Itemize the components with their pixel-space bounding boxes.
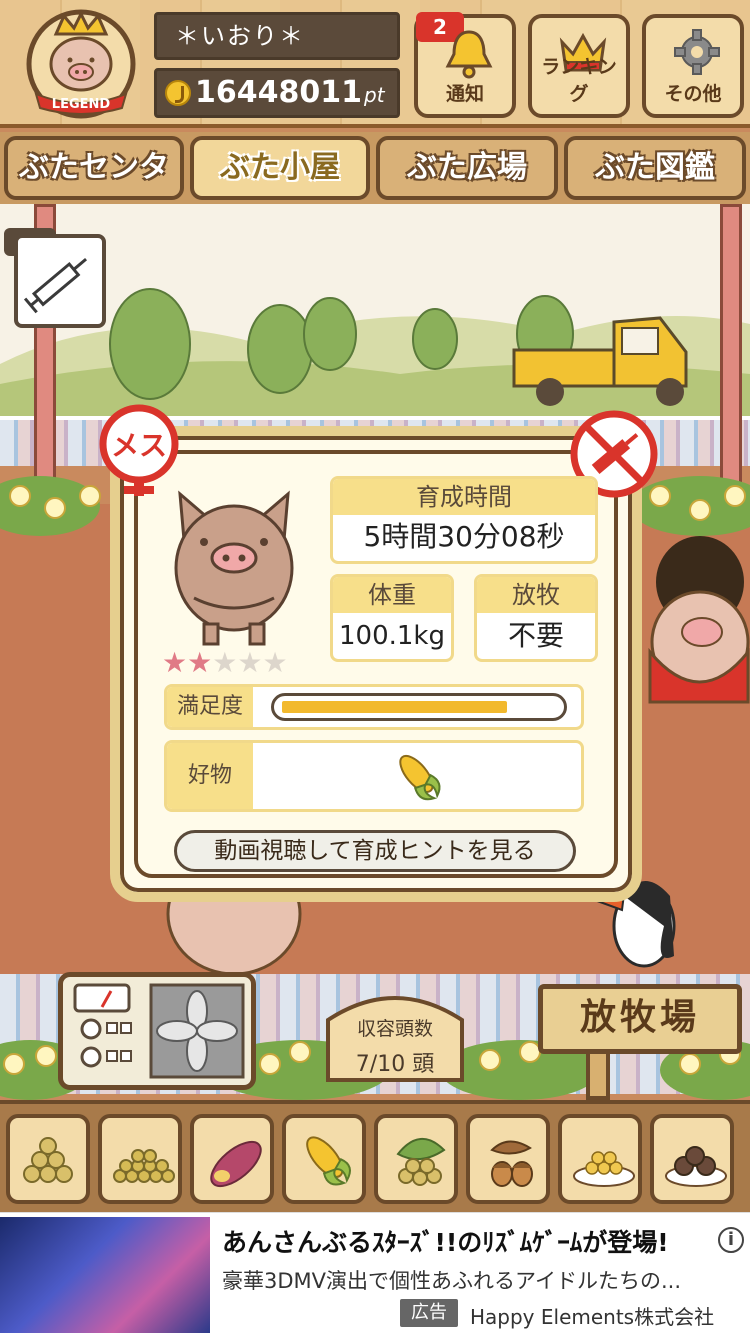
star-icon: ★ [187, 646, 213, 679]
food-slot-acorn[interactable] [466, 1114, 550, 1204]
settings-button[interactable]: その他 [642, 14, 744, 118]
syringe-icon [23, 257, 88, 314]
weight-label: 体重 [333, 577, 451, 613]
guard-pig-icon [648, 536, 750, 704]
satisfaction-bar [271, 693, 567, 721]
ranking-button[interactable]: ランキング [528, 14, 630, 118]
satisfaction-label: 満足度 [167, 687, 253, 727]
raising-time-label: 育成時間 [333, 479, 595, 515]
star-icon: ★ [262, 646, 288, 679]
pig-back-icon [166, 894, 302, 974]
tab-pig-pen[interactable]: ぶた小屋 [190, 136, 370, 200]
food-slot-leaf-nuts[interactable] [374, 1114, 458, 1204]
ad-thumbnail-image[interactable] [0, 1217, 210, 1333]
pasture-sign-button[interactable]: 放牧場 [538, 984, 742, 1054]
star-icon: ★ [162, 646, 188, 679]
ad-description[interactable]: 豪華3DMV演出で個性あふれるアイドルたちの... [222, 1265, 732, 1295]
legend-pig-badge-icon[interactable]: LEGEND [22, 8, 140, 120]
pig-portrait-icon [174, 490, 294, 646]
ad-banner[interactable]: あんさんぶるｽﾀｰｽﾞ!!のﾘｽﾞﾑｹﾞｰﾑが登場! i 豪華3DMV演出で個性… [0, 1212, 750, 1334]
grazing-panel: 放牧 不要 [474, 574, 598, 662]
tab-pig-plaza[interactable]: ぶた広場 [376, 136, 558, 200]
user-info: ＊いおり＊ 16448011 pt [154, 12, 400, 118]
favorite-food-row: 好物 [164, 740, 584, 812]
gear-icon [674, 29, 720, 75]
satisfaction-row: 満足度 [164, 684, 584, 730]
main-tabs: ぶたセンター ぶた小屋 ぶた広場 ぶた図鑑 [0, 132, 750, 241]
grain-pile-icon [113, 1149, 175, 1183]
badge-label: LEGEND [52, 97, 111, 112]
grazing-label: 放牧 [477, 577, 595, 613]
corn-icon [399, 754, 441, 801]
username: ＊いおり＊ [154, 12, 400, 60]
food-slot-beans[interactable] [6, 1114, 90, 1204]
ventilation-fan-panel[interactable] [58, 972, 256, 1090]
food-slot-sweet-potato[interactable] [190, 1114, 274, 1204]
sign-post [586, 1050, 610, 1100]
watch-video-hint-button[interactable]: 動画視聴して育成ヒントを見る [174, 830, 576, 872]
yellow-truck-icon [512, 316, 688, 406]
ad-title[interactable]: あんさんぶるｽﾀｰｽﾞ!!のﾘｽﾞﾑｹﾞｰﾑが登場! [222, 1223, 722, 1259]
sweet-potato-icon [210, 1140, 262, 1188]
info-icon[interactable]: i [718, 1227, 744, 1253]
satisfaction-bar-fill [282, 701, 507, 713]
leaf-nuts-icon [396, 1138, 446, 1186]
weight-panel: 体重 100.1kg [330, 574, 454, 662]
raising-time-value: 5時間30分08秒 [363, 520, 565, 553]
star-icon: ★ [237, 646, 263, 679]
rarity-stars: ★★★★★ [162, 646, 288, 679]
food-slot-grain-pile[interactable] [98, 1114, 182, 1204]
fan-control-icon [73, 983, 245, 1079]
ad-label-badge: 広告 [400, 1299, 458, 1327]
tab-pig-center[interactable]: ぶたセンター [4, 136, 184, 241]
corn-icon [306, 1136, 351, 1186]
gender-label: メス [111, 429, 167, 462]
settings-label: その他 [664, 83, 722, 105]
food-toolbar [0, 1100, 750, 1212]
notification-label: 通知 [445, 83, 484, 105]
bell-icon [445, 30, 493, 79]
ranking-label: ランキング [541, 56, 617, 105]
truffle-plate-icon [665, 1146, 727, 1187]
points-display: 16448011 pt [154, 68, 400, 118]
syringe-item-button[interactable] [14, 234, 106, 328]
food-slot-grain-plate[interactable] [558, 1114, 642, 1204]
notification-button[interactable]: 2 通知 [414, 12, 516, 118]
weight-value: 100.1kg [339, 621, 445, 651]
grain-plate-icon [573, 1151, 635, 1187]
star-icon: ★ [212, 646, 238, 679]
capacity-value: 7/10 頭 [355, 1052, 435, 1077]
raising-time-panel: 育成時間 5時間30分08秒 [330, 476, 598, 564]
tab-pig-encyclopedia[interactable]: ぶた図鑑 [564, 136, 746, 200]
ad-advertiser: Happy Elements株式会社 [470, 1305, 715, 1329]
capacity-label: 収容頭数 [356, 1018, 433, 1040]
coin-icon [165, 80, 191, 106]
food-slot-corn[interactable] [282, 1114, 366, 1204]
points-unit: pt [364, 83, 385, 107]
favorite-food-label: 好物 [167, 743, 253, 809]
acorn-icon [490, 1140, 533, 1187]
header-bar: LEGEND ＊いおり＊ 16448011 pt 2 通知 ランキング その他 [0, 0, 750, 128]
beans-icon [23, 1137, 73, 1183]
points-value: 16448011 [195, 75, 362, 110]
grazing-value: 不要 [507, 619, 564, 652]
food-slot-truffle-plate[interactable] [650, 1114, 734, 1204]
